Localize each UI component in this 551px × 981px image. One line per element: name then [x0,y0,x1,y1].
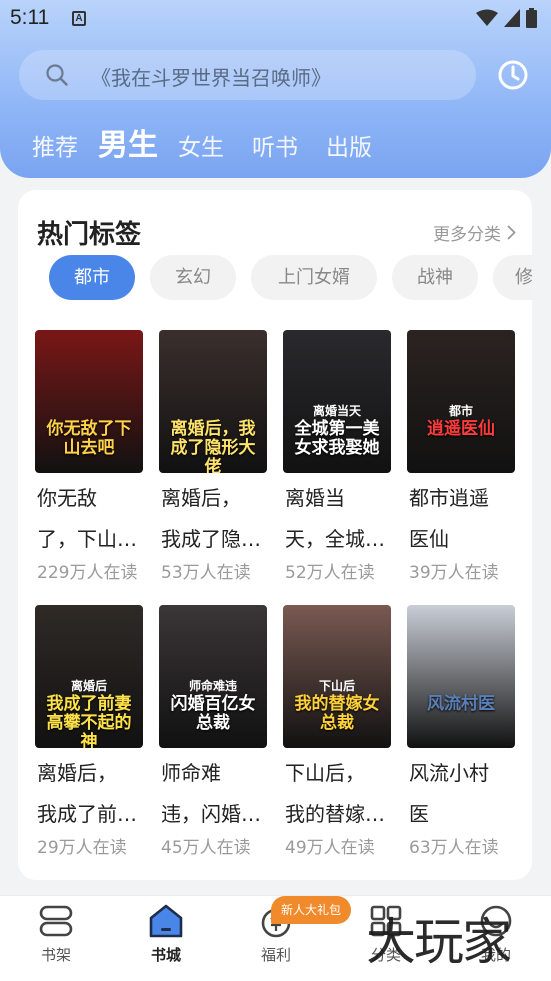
nav-label-bookshelf: 书架 [40,946,71,964]
tag-chip-xiu[interactable]: 修 [493,255,532,300]
book-title-line2: 医仙 [409,527,449,551]
bookshelf-icon [39,905,73,937]
book-title-line1: 师命难 [161,761,221,785]
history-clock-icon[interactable] [497,59,529,91]
book-cover[interactable]: 你无敌了下山去吧 [35,330,143,473]
header: 5:11 A 《我在斗罗世界当召唤师》 推荐 男生 女生 听书 出版 [0,0,551,178]
cover-title: 逍遥医仙 [427,419,495,439]
status-time: 5:11 [10,6,50,29]
signal-icon [504,9,520,27]
book-cover[interactable]: 师命难违 闪婚百亿女总裁 [159,605,267,748]
tab-female[interactable]: 女生 [178,128,224,162]
cover-title: 闪婚百亿女总裁 [170,694,256,733]
book-title-line2: 违，闪婚… [161,802,261,826]
bookstore-icon [149,904,183,938]
book-title-line2: 我的替嫁… [285,802,385,826]
nav-bookshelf[interactable]: 书架 [16,904,96,965]
book-cover[interactable]: 离婚当天 全城第一美女求我娶她 [283,330,391,473]
nav-label-bookstore: 书城 [150,946,181,964]
book-readers: 45万人在读 [161,838,251,858]
book-cover[interactable]: 离婚后，我成了隐形大佬 [159,330,267,473]
book-title[interactable]: 离婚后， 我成了隐… [161,478,269,560]
newcomer-gift-badge[interactable]: 新人大礼包 [271,896,351,924]
search-placeholder: 《我在斗罗世界当召唤师》 [91,66,331,90]
book-title-line1: 离婚当 [285,486,345,510]
cover-title: 风流村医 [427,694,495,714]
status-icons [476,8,537,28]
cover-title: 你无敌了下山去吧 [46,419,132,458]
search-icon [46,64,68,86]
more-categories-link[interactable]: 更多分类 [433,220,516,245]
book-title-line1: 离婚后， [37,761,117,785]
book-title[interactable]: 师命难违，闪婚… [161,753,269,835]
battery-icon [526,8,537,28]
tab-publishing[interactable]: 出版 [326,128,372,162]
book-readers: 63万人在读 [409,838,499,858]
book-title-line2: 了，下山… [37,527,137,551]
book-cover[interactable]: 下山后 我的替嫁女总裁 [283,605,391,748]
book-title[interactable]: 风流小村医 [409,753,517,835]
book-cover[interactable]: 风流村医 [407,605,515,748]
nav-bookstore[interactable]: 书城 [126,904,206,965]
cover-title: 我的替嫁女总裁 [294,694,380,733]
chevron-right-icon [507,225,516,240]
watermark: 大玩家 [366,913,512,971]
book-readers: 53万人在读 [161,563,251,583]
nav-label-welfare: 福利 [260,946,291,964]
book-title-line2: 天，全城… [285,527,385,551]
book-readers: 52万人在读 [285,563,375,583]
cover-title: 离婚后，我成了隐形大佬 [170,419,256,474]
tag-chip-xuanhuan[interactable]: 玄幻 [150,255,236,300]
book-readers: 29万人在读 [37,838,127,858]
cover-title: 我成了前妻高攀不起的神 [46,694,132,749]
status-bar: 5:11 A [0,0,551,38]
tab-audiobook[interactable]: 听书 [252,128,298,162]
book-title-line1: 风流小村 [409,761,489,785]
book-title-line2: 我成了隐… [161,527,261,551]
book-title[interactable]: 都市逍遥 医仙 [409,478,517,560]
cover-title: 全城第一美女求我娶她 [294,419,380,458]
book-readers: 39万人在读 [409,563,499,583]
hot-tags-card: 热门标签 更多分类 都市 玄幻 上门女婿 战神 修 你无敌了下山去吧你无敌了，下… [18,190,532,880]
book-title-line2: 我成了前… [37,802,137,826]
search-input[interactable]: 《我在斗罗世界当召唤师》 [19,50,476,100]
book-readers: 49万人在读 [285,838,375,858]
book-title[interactable]: 离婚当天，全城… [285,478,393,560]
book-readers: 229万人在读 [37,563,138,583]
book-title-line1: 离婚后， [161,486,241,510]
book-title-line1: 都市逍遥 [409,486,489,510]
more-categories-label: 更多分类 [433,225,501,245]
notification-a-icon: A [72,11,86,26]
book-title[interactable]: 你无敌了，下山… [37,478,145,560]
book-title[interactable]: 下山后， 我的替嫁… [285,753,393,835]
tag-chip-dushi[interactable]: 都市 [49,255,135,300]
book-title-line1: 下山后， [285,761,365,785]
book-cover[interactable]: 离婚后 我成了前妻高攀不起的神 [35,605,143,748]
tab-male[interactable]: 男生 [98,120,158,164]
tag-chip-zhanshen[interactable]: 战神 [392,255,478,300]
book-cover[interactable]: 都市 逍遥医仙 [407,330,515,473]
book-title-line1: 你无敌 [37,486,97,510]
wifi-icon [476,9,498,26]
tag-chip-shangmen[interactable]: 上门女婿 [251,255,377,300]
tab-recommend[interactable]: 推荐 [32,128,78,162]
book-title[interactable]: 离婚后， 我成了前… [37,753,145,835]
book-title-line2: 医 [409,802,429,826]
section-title: 热门标签 [37,220,142,250]
